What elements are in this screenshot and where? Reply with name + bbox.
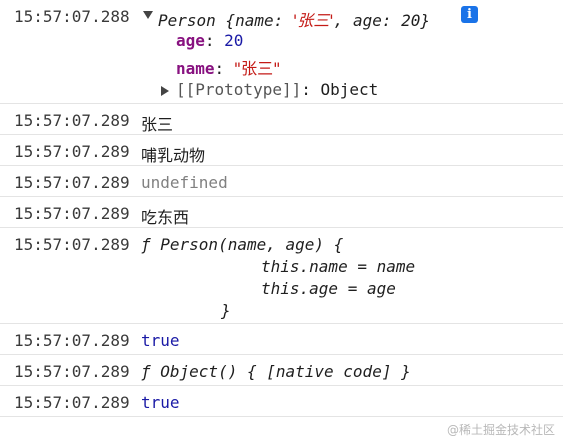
property-key: age [176, 31, 205, 50]
property-colon: : [301, 80, 321, 99]
function-body-line: this.age = age [261, 279, 396, 298]
log-row[interactable]: 15:57:07.289 ƒ Object() { [native code] … [0, 355, 563, 386]
expand-triangle-icon[interactable] [161, 86, 169, 96]
property-colon: : [214, 59, 234, 78]
log-text: ƒ Object() { [native code] } [141, 362, 411, 381]
function-body-line: this.name = name [261, 257, 416, 276]
log-row[interactable]: 15:57:07.289 undefined [0, 166, 563, 197]
log-row-object[interactable]: 15:57:07.288 Person {name: '张三', age: 20… [0, 0, 563, 104]
log-text: 吃东西 [141, 208, 190, 227]
brace-close: } [420, 11, 431, 30]
timestamp: 15:57:07.289 [14, 204, 130, 223]
function-close-brace: } [221, 301, 231, 320]
summary-comma: , [333, 11, 353, 30]
property-value: 20 [224, 31, 244, 50]
log-text: undefined [141, 173, 228, 192]
summary-key-age: age [352, 11, 382, 30]
property-colon: : [204, 31, 225, 50]
log-text: 哺乳动物 [141, 146, 206, 165]
timestamp: 15:57:07.289 [14, 393, 130, 412]
function-signature: ƒ Person(name, age) { [141, 235, 344, 254]
prototype-value: Object [320, 80, 379, 99]
summary-key-name: name [235, 11, 274, 30]
property-name: name: "张三" [176, 55, 281, 79]
collapse-triangle-icon[interactable] [143, 11, 153, 19]
log-row[interactable]: 15:57:07.289 吃东西 [0, 197, 563, 228]
log-row-function[interactable]: 15:57:07.289 ƒ Person(name, age) { this.… [0, 228, 563, 324]
prototype-key: [[Prototype]] [176, 80, 302, 99]
timestamp: 15:57:07.289 [14, 331, 130, 350]
console-log: 15:57:07.288 Person {name: '张三', age: 20… [0, 0, 563, 417]
log-text: true [141, 393, 180, 412]
log-text: true [141, 331, 180, 350]
log-text: 张三 [141, 115, 174, 134]
property-key: name [176, 59, 215, 78]
timestamp: 15:57:07.289 [14, 235, 130, 254]
summary-value-age: 20 [401, 11, 421, 30]
brace-open: { [215, 11, 236, 30]
object-summary[interactable]: Person {name: '张三', age: 20} [158, 7, 430, 31]
summary-sep: : [381, 11, 402, 30]
prototype-entry[interactable]: [[Prototype]]: Object [176, 80, 378, 99]
log-row[interactable]: 15:57:07.289 哺乳动物 [0, 135, 563, 166]
summary-sep: : [273, 11, 293, 30]
timestamp: 15:57:07.289 [14, 142, 130, 161]
timestamp: 15:57:07.289 [14, 173, 130, 192]
log-row[interactable]: 15:57:07.289 true [0, 386, 563, 417]
info-icon[interactable]: i [461, 6, 478, 23]
object-constructor-name: Person [158, 11, 216, 30]
property-age: age: 20 [176, 31, 243, 50]
watermark: @稀土掘金技术社区 [446, 423, 555, 437]
timestamp: 15:57:07.289 [14, 362, 130, 381]
summary-value-name: '张三' [292, 11, 334, 30]
timestamp: 15:57:07.288 [14, 7, 130, 26]
log-row[interactable]: 15:57:07.289 张三 [0, 104, 563, 135]
property-value: "张三" [233, 59, 281, 78]
timestamp: 15:57:07.289 [14, 111, 130, 130]
log-row[interactable]: 15:57:07.289 true [0, 324, 563, 355]
